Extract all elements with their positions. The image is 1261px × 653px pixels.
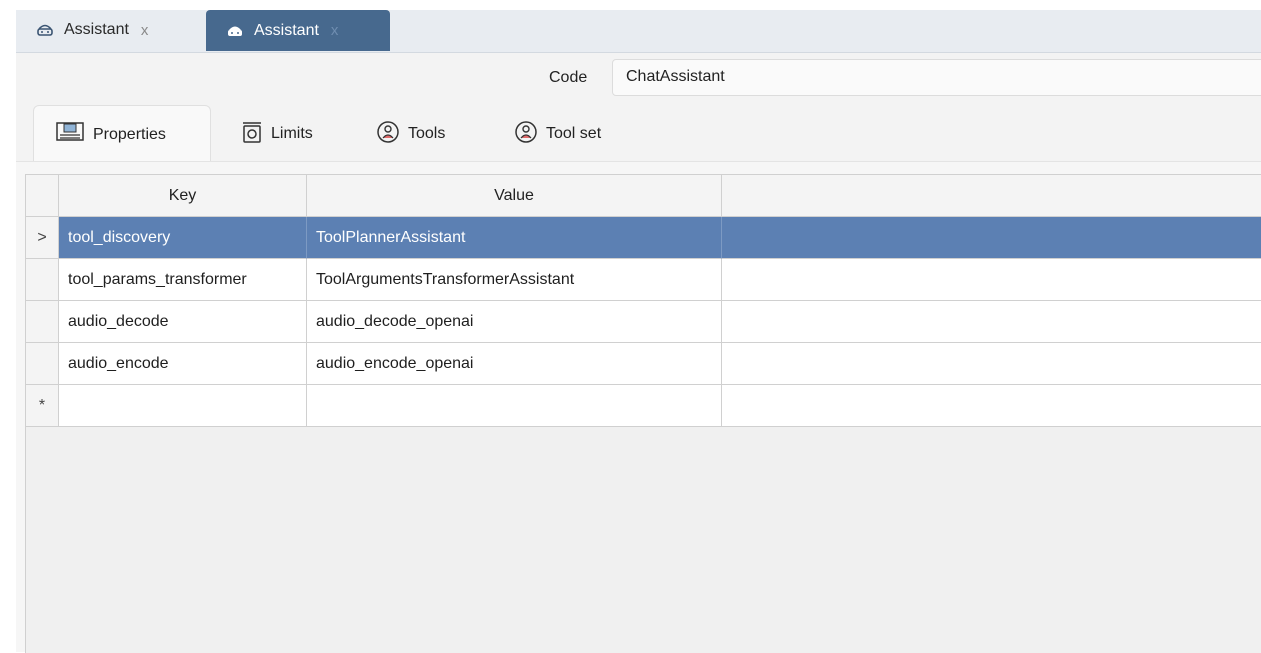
tab-label: Tools: [408, 125, 446, 142]
toolset-icon: [514, 120, 538, 149]
filler-cell: [722, 385, 1261, 427]
new-row[interactable]: *: [26, 385, 1261, 427]
close-tab-icon[interactable]: x: [331, 22, 339, 39]
limits-icon: [241, 120, 263, 149]
table-row[interactable]: > tool_discovery ToolPlannerAssistant: [26, 217, 1261, 259]
tab-label: Tool set: [546, 125, 602, 142]
code-label: Code: [549, 69, 588, 86]
filler-cell: [722, 301, 1261, 343]
assistant-editor-panel: Code ChatAssistant Properties Limits Too…: [16, 53, 1261, 653]
tab-properties[interactable]: Properties: [33, 105, 211, 163]
tab-label: Limits: [271, 125, 313, 142]
document-tab-strip: Assistant x Assistant x: [16, 10, 1261, 53]
row-header[interactable]: [26, 301, 59, 343]
tab-tools[interactable]: Tools: [355, 105, 475, 163]
key-cell[interactable]: tool_discovery: [59, 217, 307, 259]
new-row-indicator[interactable]: *: [26, 385, 59, 427]
tab-tool-set[interactable]: Tool set: [493, 105, 633, 163]
properties-icon: [55, 121, 85, 148]
document-tab-assistant-2[interactable]: Assistant x: [206, 10, 390, 51]
filler-cell: [722, 259, 1261, 301]
key-cell[interactable]: tool_params_transformer: [59, 259, 307, 301]
value-cell[interactable]: audio_encode_openai: [307, 343, 722, 385]
current-row-indicator[interactable]: >: [26, 217, 59, 259]
close-tab-icon[interactable]: x: [141, 22, 149, 39]
filler-cell: [722, 217, 1261, 259]
row-header[interactable]: [26, 343, 59, 385]
key-cell[interactable]: audio_encode: [59, 343, 307, 385]
column-header-value[interactable]: Value: [307, 175, 722, 217]
value-cell[interactable]: ToolPlannerAssistant: [307, 217, 722, 259]
value-cell[interactable]: audio_decode_openai: [307, 301, 722, 343]
key-cell-new[interactable]: [59, 385, 307, 427]
document-tab-label: Assistant: [64, 21, 129, 38]
document-tab-label: Assistant: [254, 21, 319, 39]
tab-label: Properties: [93, 125, 166, 143]
key-cell[interactable]: audio_decode: [59, 301, 307, 343]
row-header-corner: [26, 175, 59, 217]
column-header-key[interactable]: Key: [59, 175, 307, 217]
tools-icon: [376, 120, 400, 149]
table-row[interactable]: audio_decode audio_decode_openai: [26, 301, 1261, 343]
properties-content: Key Value > tool_discovery ToolPlannerAs…: [16, 161, 1261, 653]
value-cell-new[interactable]: [307, 385, 722, 427]
table-row[interactable]: tool_params_transformer ToolArgumentsTra…: [26, 259, 1261, 301]
table-row[interactable]: audio_encode audio_encode_openai: [26, 343, 1261, 385]
row-header[interactable]: [26, 259, 59, 301]
code-field[interactable]: ChatAssistant: [612, 59, 1261, 96]
column-header-filler: [722, 175, 1261, 217]
document-tab-assistant-1[interactable]: Assistant x: [16, 10, 200, 50]
value-cell[interactable]: ToolArgumentsTransformerAssistant: [307, 259, 722, 301]
assistant-filled-icon: [226, 22, 244, 40]
assistant-icon: [36, 21, 54, 39]
tab-limits[interactable]: Limits: [220, 105, 340, 163]
filler-cell: [722, 343, 1261, 385]
properties-grid: Key Value > tool_discovery ToolPlannerAs…: [25, 174, 1261, 653]
window-top-edge: [0, 0, 1261, 10]
